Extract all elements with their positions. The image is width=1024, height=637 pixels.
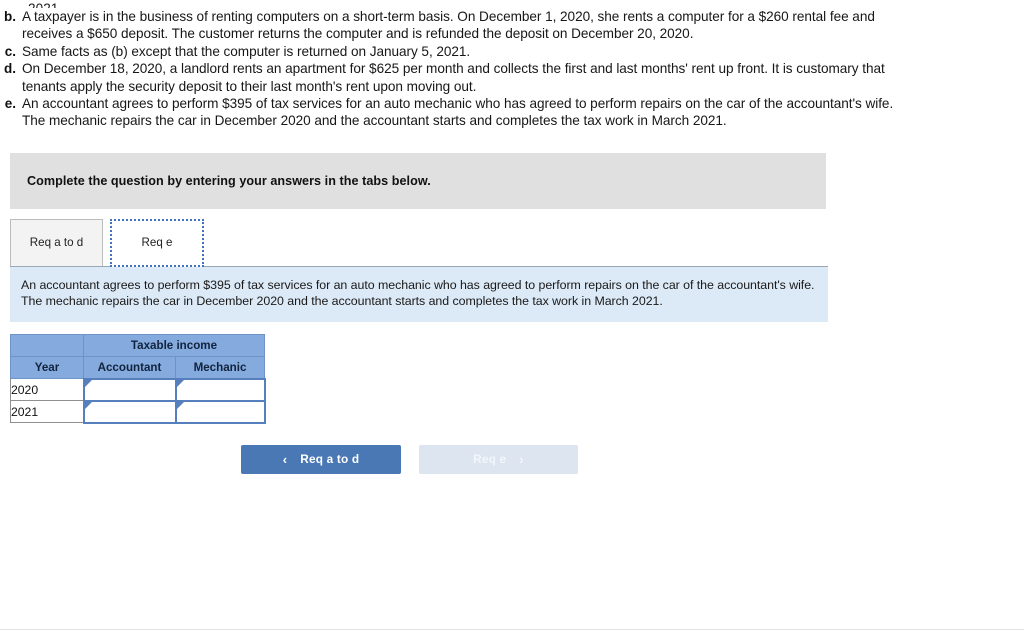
table-corner-cell [10,333,84,357]
table-group-header-taxable-income: Taxable income [83,333,265,357]
question-text-b: A taxpayer is in the business of renting… [22,9,875,42]
row-year-2020: 2020 [10,378,84,402]
table-header-row: Year Accountant Mechanic [10,355,265,380]
question-label-e: e. [4,96,16,112]
next-requirement-button[interactable]: Req e › [419,444,578,474]
table-group-header-row: Taxable income [10,333,265,357]
input-accountant-2020[interactable] [82,377,177,402]
question-item-c: c. Same facts as (b) except that the com… [0,43,1024,60]
navigation-buttons: ‹ Req a to d Req e › [0,444,1024,474]
cell-dropdown-marker-icon [176,379,184,387]
cell-dropdown-marker-icon [176,401,184,409]
tab-req-e-label: Req e [141,236,173,250]
question-label-d: d. [4,61,16,77]
cell-dropdown-marker-icon [84,401,92,409]
question-list: 2021. b. A taxpayer is in the business o… [0,0,1024,130]
tab-req-a-to-d-label: Req a to d [29,236,84,250]
tab-req-e[interactable]: Req e [110,218,204,267]
requirement-info-text: An accountant agrees to perform $395 of … [21,277,815,309]
taxable-income-table: Taxable income Year Accountant Mechanic … [10,333,266,424]
requirement-info-panel: An accountant agrees to perform $395 of … [10,266,828,322]
prev-requirement-button[interactable]: ‹ Req a to d [241,444,401,474]
question-text-c: Same facts as (b) except that the comput… [22,43,471,59]
question-item-d: d. On December 18, 2020, a landlord rent… [0,60,1024,95]
instruction-text: Complete the question by entering your a… [27,173,431,188]
cutoff-text-line: 2021. [28,0,1024,8]
answer-table-container: Taxable income Year Accountant Mechanic … [10,333,1024,424]
tab-req-a-to-d[interactable]: Req a to d [10,218,103,266]
chevron-right-icon: › [519,451,524,467]
table-header-accountant: Accountant [83,355,176,380]
table-header-year: Year [10,355,84,380]
table-row: 2020 [10,377,266,402]
question-item-b: b. A taxpayer is in the business of rent… [0,8,1024,43]
question-text-d: On December 18, 2020, a landlord rents a… [22,61,885,94]
question-label-c: c. [4,43,16,59]
table-row: 2021 [10,399,266,424]
input-mechanic-2021[interactable] [174,399,266,424]
input-accountant-2021[interactable] [82,399,177,424]
prev-requirement-label: Req a to d [300,452,360,467]
instruction-bar: Complete the question by entering your a… [10,152,826,209]
row-year-2021: 2021 [10,400,84,424]
question-label-b: b. [4,9,16,24]
question-text-e: An accountant agrees to perform $395 of … [22,96,894,129]
tab-strip: Req a to d Req e [10,218,828,267]
cell-dropdown-marker-icon [84,379,92,387]
chevron-left-icon: ‹ [282,451,288,467]
bottom-divider [0,629,1024,630]
question-item-e: e. An accountant agrees to perform $395 … [0,95,1024,130]
input-mechanic-2020[interactable] [174,377,266,402]
table-header-mechanic: Mechanic [175,355,265,380]
next-requirement-label: Req e [473,452,507,467]
